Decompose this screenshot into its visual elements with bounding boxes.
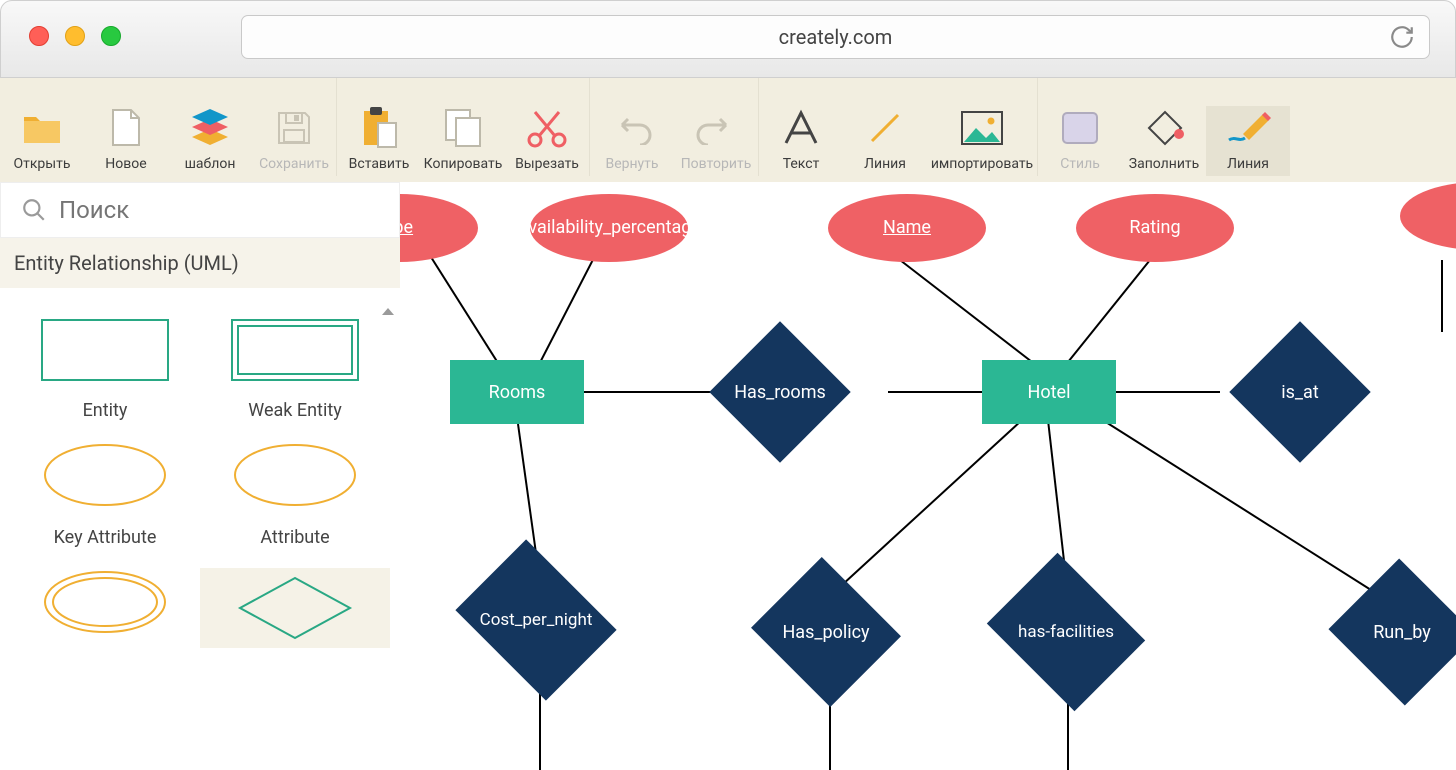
save-label: Сохранить [259,156,329,172]
shape-panel: Entity Relationship (UML) Entity Weak En… [0,182,400,770]
text-a-icon [782,106,820,150]
rel-is-at[interactable]: is_at [1250,342,1350,442]
rel-has-rooms[interactable]: Has_rooms [730,342,830,442]
shape-weak-entity-label: Weak Entity [248,400,341,421]
text-tool-button[interactable]: Текст [759,106,843,176]
attr-availability[interactable]: Availability_percentage [530,194,688,262]
rel-has-facilities[interactable]: has-facilities [1004,582,1128,682]
pencil-line-icon [1225,106,1271,150]
multivalue-attr-shape-icon [40,568,170,636]
weak-entity-shape-icon [230,318,360,382]
cut-button[interactable]: Вырезать [505,106,589,176]
import-button[interactable]: импортировать [927,106,1037,176]
fill-label: Заполнить [1129,156,1199,172]
search-icon [21,197,47,223]
paste-button[interactable]: Вставить [337,106,421,176]
shape-attribute[interactable]: Attribute [200,441,390,548]
line-tool-button[interactable]: Линия [843,106,927,176]
redo-label: Повторить [681,156,752,172]
shape-attribute-label: Attribute [260,527,329,548]
text-label: Текст [783,156,820,172]
scissors-icon [527,106,567,150]
entity-shape-icon [40,318,170,382]
redo-button[interactable]: Повторить [674,106,758,176]
close-window-button[interactable] [29,26,49,46]
copy-icon [444,106,482,150]
shape-entity[interactable]: Entity [10,318,200,421]
paste-label: Вставить [349,156,410,172]
template-label: шаблон [185,156,236,172]
layers-icon [189,106,231,150]
rel-cost-per-night[interactable]: Cost_per_night [472,570,600,670]
line-style-button[interactable]: Линия [1206,106,1290,176]
redo-icon [696,106,736,150]
new-label: Новое [105,156,146,172]
style-square-icon [1060,106,1100,150]
import-label: импортировать [931,156,1033,172]
attr-name[interactable]: Name [828,194,986,262]
open-label: Открыть [14,156,71,172]
clipboard-icon [360,106,398,150]
diagram-canvas[interactable]: ype Availability_percentage Name Rating … [400,182,1456,770]
line-icon [866,106,904,150]
browser-bar: creately.com [0,0,1456,78]
shape-entity-label: Entity [83,400,128,421]
folder-icon [22,106,62,150]
undo-button[interactable]: Вернуть [590,106,674,176]
cut-label: Вырезать [515,156,579,172]
line2-label: Линия [1227,156,1269,172]
image-icon [960,106,1004,150]
shape-key-attribute-label: Key Attribute [54,527,157,548]
undo-label: Вернуть [605,156,658,172]
save-icon [276,106,312,150]
shape-search [0,182,400,238]
key-attribute-shape-icon [40,441,170,509]
copy-label: Копировать [424,156,503,172]
entity-rooms[interactable]: Rooms [450,360,584,424]
line-label: Линия [864,156,906,172]
new-file-icon [110,106,142,150]
shapes-list: Entity Weak Entity Key Attribute Attribu… [0,288,400,678]
scroll-up-icon[interactable] [380,302,396,320]
fill-bucket-icon [1143,106,1185,150]
relationship-shape-icon [230,568,360,648]
attribute-shape-icon [230,441,360,509]
copy-button[interactable]: Копировать [421,106,505,176]
attr-rating[interactable]: Rating [1076,194,1234,262]
maximize-window-button[interactable] [101,26,121,46]
undo-icon [612,106,652,150]
shape-key-attribute[interactable]: Key Attribute [10,441,200,548]
shape-weak-entity[interactable]: Weak Entity [200,318,390,421]
minimize-window-button[interactable] [65,26,85,46]
rel-has-policy[interactable]: Has_policy [770,582,882,682]
shape-category-header[interactable]: Entity Relationship (UML) [0,238,400,288]
new-button[interactable]: Новое [84,106,168,176]
entity-hotel[interactable]: Hotel [982,360,1116,424]
address-url: creately.com [779,25,893,49]
reload-icon[interactable] [1389,24,1415,50]
toolbar: Открыть Новое шаблон Сохранить Вставит [0,78,1456,182]
template-button[interactable]: шаблон [168,106,252,176]
shape-row3-b[interactable] [200,568,390,648]
style-button[interactable]: Стиль [1038,106,1122,176]
style-label: Стиль [1060,156,1100,172]
window-controls [29,26,121,46]
search-input[interactable] [57,195,361,225]
fill-button[interactable]: Заполнить [1122,106,1206,176]
shape-row3-a[interactable] [10,568,200,648]
save-button[interactable]: Сохранить [252,106,336,176]
address-bar[interactable]: creately.com [241,15,1430,59]
rel-run-by[interactable]: Run_by [1348,582,1456,682]
open-button[interactable]: Открыть [0,106,84,176]
